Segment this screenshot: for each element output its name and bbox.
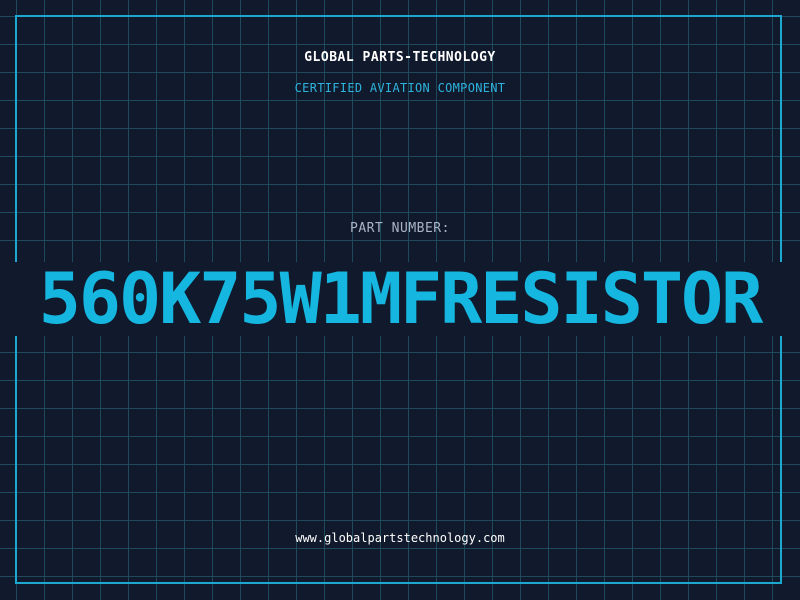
part-number-value: 560K75W1MFRESISTOR	[38, 262, 764, 336]
company-name: GLOBAL PARTS-TECHNOLOGY	[304, 50, 496, 65]
part-number-label: PART NUMBER:	[350, 221, 450, 236]
part-number-band: 560K75W1MFRESISTOR	[0, 262, 800, 336]
website-url: www.globalpartstechnology.com	[295, 531, 505, 545]
label-card: GLOBAL PARTS-TECHNOLOGY CERTIFIED AVIATI…	[0, 0, 800, 600]
tagline: CERTIFIED AVIATION COMPONENT	[294, 81, 506, 95]
